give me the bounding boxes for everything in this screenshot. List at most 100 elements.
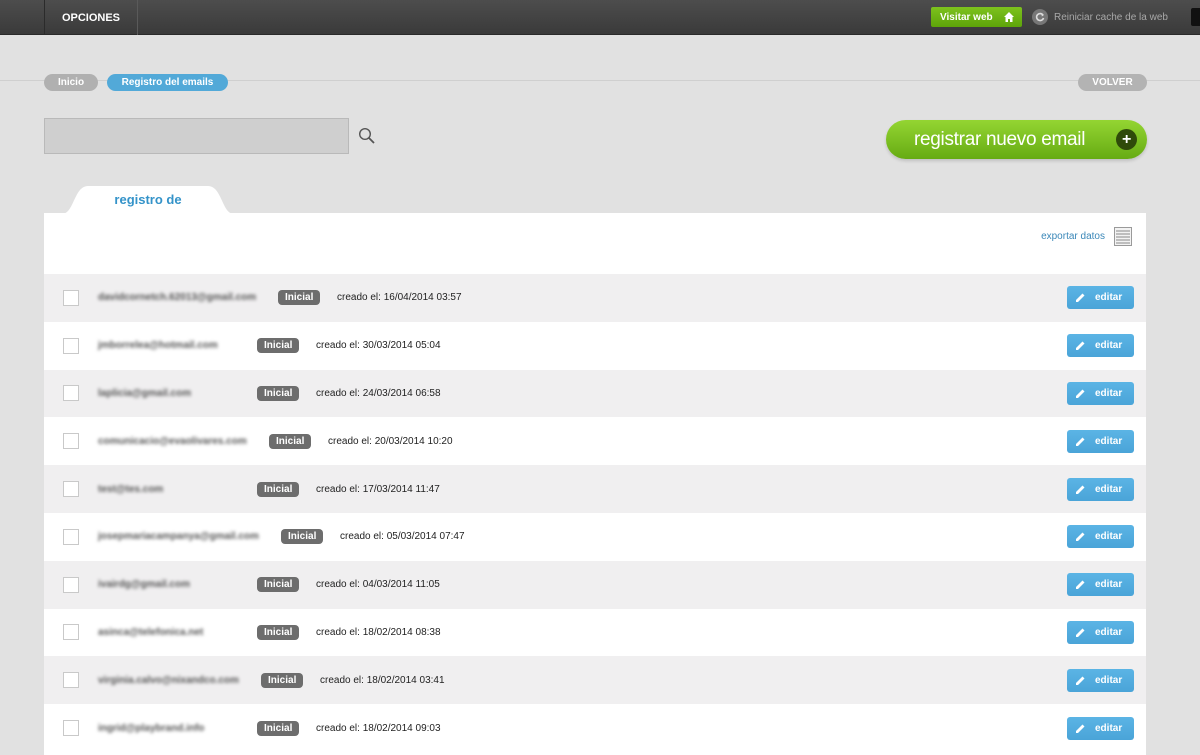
tab-registro[interactable]: registro de (62, 186, 234, 214)
back-button[interactable]: VOLVER (1078, 74, 1147, 91)
edit-label: editar (1095, 674, 1123, 686)
row-email: jmborrelea@hotmail.com (98, 340, 218, 352)
edit-button[interactable]: editar (1067, 286, 1134, 310)
row-created-date: creado el: 18/02/2014 08:38 (316, 626, 441, 638)
pencil-icon (1076, 437, 1085, 446)
row-checkbox[interactable] (63, 672, 79, 689)
pencil-icon (1076, 293, 1085, 303)
reset-cache-link[interactable]: Reiniciar cache de la web (1032, 9, 1168, 25)
row-email: comunicacio@evaolivares.com (98, 435, 247, 447)
row-checkbox[interactable] (63, 481, 79, 498)
pencil-icon (1076, 628, 1085, 637)
breadcrumb-current[interactable]: Registro del emails (107, 74, 228, 91)
edit-button[interactable]: editar (1067, 429, 1134, 453)
table-row: virginia.calvo@nixandco.com Inicial creado… (44, 656, 1146, 705)
status-badge: Inicial (257, 385, 300, 401)
pencil-icon (1076, 389, 1085, 398)
register-new-email-label: registrar nuevo email (914, 128, 1086, 150)
visit-web-button[interactable]: Visitar web (931, 7, 1022, 27)
row-checkbox[interactable] (63, 289, 79, 306)
table-row: comunicacio@evaolivares.com Inicial creado… (44, 417, 1146, 466)
edit-label: editar (1095, 387, 1123, 399)
row-created-date: creado el: 18/02/2014 09:03 (316, 722, 441, 734)
row-checkbox[interactable] (63, 337, 79, 354)
row-created-date: creado el: 18/02/2014 03:41 (320, 674, 445, 686)
edit-button[interactable]: editar (1067, 477, 1134, 501)
row-checkbox[interactable] (63, 576, 79, 593)
edit-button[interactable]: editar (1067, 525, 1134, 549)
refresh-icon (1032, 9, 1048, 25)
status-badge: Inicial (257, 481, 300, 497)
row-email: asinca@telefonica.net (98, 626, 204, 638)
row-created-date: creado el: 17/03/2014 11:47 (316, 483, 440, 495)
top-bar: OPCIONES Visitar web Reiniciar cache de … (0, 0, 1200, 35)
search-icon[interactable] (358, 127, 376, 145)
status-badge: Inicial (278, 290, 321, 306)
register-new-email-button[interactable]: registrar nuevo email + (886, 120, 1147, 159)
row-email: test@tes.com (98, 483, 164, 495)
table-row: davidcornetch.62013@gmail.com Inicial crea… (44, 274, 1146, 322)
edit-button[interactable]: editar (1067, 716, 1134, 740)
status-badge: Inicial (257, 624, 300, 640)
table-row: jmborrelea@hotmail.com Inicial creado el: … (44, 321, 1146, 370)
row-email: josepmariacampanya@gmail.com (98, 531, 259, 543)
status-badge: Inicial (257, 338, 300, 354)
email-list-panel: exportar datos davidcornetch.62013@gmail… (44, 213, 1146, 755)
edit-button[interactable]: editar (1067, 573, 1134, 597)
edit-label: editar (1095, 626, 1123, 638)
row-email: ivairdg@gmail.com (98, 579, 190, 591)
tab-label: registro de (114, 192, 182, 207)
table-row: ivairdg@gmail.com Inicial creado el: 04/03… (44, 560, 1146, 609)
table-row: ingrid@playbrand.info Inicial creado el: 1… (44, 704, 1146, 752)
status-badge: Inicial (261, 672, 304, 688)
row-checkbox[interactable] (63, 528, 79, 545)
pencil-icon (1076, 676, 1085, 685)
row-email: davidcornetch.62013@gmail.com (98, 292, 257, 304)
edit-button[interactable]: editar (1067, 381, 1134, 405)
row-email: laplicia@gmail.com (98, 387, 192, 399)
edit-label: editar (1095, 531, 1123, 543)
export-data-link[interactable]: exportar datos (1041, 231, 1105, 242)
breadcrumb-home[interactable]: Inicio (44, 74, 98, 91)
export-table-icon[interactable] (1114, 227, 1132, 246)
status-badge: Inicial (281, 529, 324, 545)
table-row: laplicia@gmail.com Inicial creado el: 24/0… (44, 369, 1146, 418)
row-checkbox[interactable] (63, 385, 79, 402)
edit-button[interactable]: editar (1067, 668, 1134, 692)
pencil-icon (1076, 485, 1085, 494)
home-icon (1003, 12, 1014, 22)
options-menu[interactable]: OPCIONES (44, 0, 138, 35)
pencil-icon (1076, 532, 1085, 542)
edit-button[interactable]: editar (1067, 334, 1134, 358)
row-created-date: creado el: 16/04/2014 03:57 (337, 292, 462, 304)
row-checkbox[interactable] (63, 720, 79, 737)
edit-label: editar (1095, 483, 1123, 495)
edit-button[interactable]: editar (1067, 620, 1134, 644)
edit-label: editar (1095, 579, 1123, 591)
visit-web-label: Visitar web (940, 11, 993, 23)
table-row: test@tes.com Inicial creado el: 17/03/2014… (44, 465, 1146, 513)
edit-label: editar (1095, 435, 1123, 447)
email-list: davidcornetch.62013@gmail.com Inicial crea… (44, 274, 1146, 752)
reset-cache-label: Reiniciar cache de la web (1054, 11, 1168, 23)
row-created-date: creado el: 24/03/2014 06:58 (316, 387, 441, 399)
row-checkbox[interactable] (63, 433, 79, 450)
status-badge: Inicial (257, 577, 300, 593)
row-created-date: creado el: 05/03/2014 07:47 (340, 531, 465, 543)
pencil-icon (1076, 580, 1085, 590)
table-row: asinca@telefonica.net Inicial creado el: 1… (44, 608, 1146, 657)
table-row: josepmariacampanya@gmail.com Inicial cread… (44, 512, 1146, 561)
edit-label: editar (1095, 292, 1123, 304)
pencil-icon (1076, 341, 1085, 351)
window-edge (1191, 8, 1200, 26)
row-created-date: creado el: 04/03/2014 11:05 (316, 579, 440, 591)
row-checkbox[interactable] (63, 624, 79, 641)
row-email: virginia.calvo@nixandco.com (98, 674, 239, 686)
row-created-date: creado el: 30/03/2014 05:04 (316, 340, 441, 352)
plus-icon: + (1116, 129, 1137, 150)
row-email: ingrid@playbrand.info (98, 722, 205, 734)
search-input[interactable] (44, 118, 349, 154)
row-created-date: creado el: 20/03/2014 10:20 (328, 435, 453, 447)
status-badge: Inicial (257, 720, 300, 736)
edit-label: editar (1095, 340, 1123, 352)
